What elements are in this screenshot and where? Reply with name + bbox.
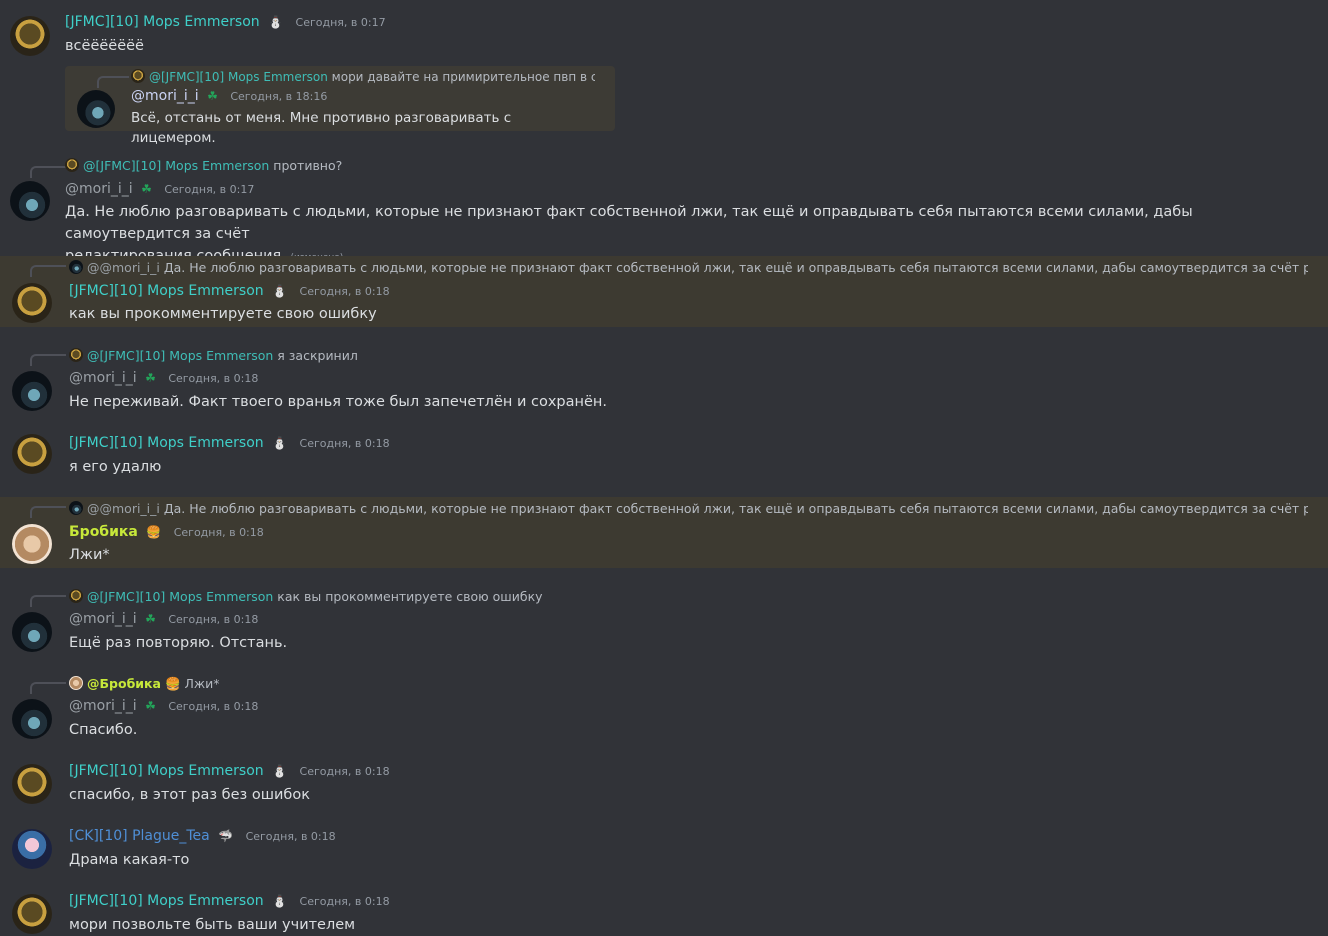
message: [JFMC][10] Mops Emmerson ⛄ Сегодня, в 0:…	[0, 888, 1328, 936]
avatar[interactable]	[12, 371, 52, 411]
message-text: Ещё раз повторяю. Отстань.	[69, 635, 288, 651]
author-name[interactable]: [CK][10] Plague_Tea	[69, 828, 210, 844]
avatar[interactable]	[10, 16, 50, 56]
timestamp: Сегодня, в 0:18	[168, 700, 259, 713]
avatar	[69, 589, 83, 603]
quoted-message[interactable]: @[JFMC][10] Mops Emmerson мори давайте н…	[65, 66, 615, 146]
author-name[interactable]: @mori_i_i	[65, 181, 133, 197]
avatar[interactable]	[12, 434, 52, 474]
timestamp: Сегодня, в 0:18	[173, 526, 264, 539]
message-text: я его удалю	[69, 459, 162, 475]
timestamp: Сегодня, в 18:16	[230, 90, 328, 103]
reply-author[interactable]: @@mori_i_i	[87, 501, 160, 516]
message-text: Спасибо.	[69, 722, 138, 738]
message: @[JFMC][10] Mops Emmerson противно? @mor…	[0, 152, 1328, 264]
shark-icon: 🦈	[218, 829, 234, 843]
timestamp: Сегодня, в 0:18	[168, 613, 259, 626]
avatar	[69, 676, 83, 690]
avatar	[131, 69, 145, 83]
burger-icon: 🍔	[164, 676, 181, 691]
avatar[interactable]	[12, 524, 52, 564]
author-name[interactable]: Бробика	[69, 524, 138, 540]
avatar	[69, 501, 83, 515]
snowman-icon: ⛄	[272, 436, 288, 450]
author-name[interactable]: [JFMC][10] Mops Emmerson	[65, 14, 260, 30]
message: [CK][10] Plague_Tea 🦈 Сегодня, в 0:18 Др…	[0, 823, 1328, 881]
reply-author[interactable]: @Бробика	[87, 676, 161, 691]
avatar[interactable]	[12, 894, 52, 934]
clover-icon: ☘	[145, 371, 156, 385]
author-name[interactable]: [JFMC][10] Mops Emmerson	[69, 283, 264, 299]
timestamp: Сегодня, в 0:18	[245, 830, 336, 843]
avatar[interactable]	[12, 612, 52, 652]
message-text: Не переживай. Факт твоего вранья тоже бы…	[69, 394, 608, 410]
reply-text: Лжи*	[184, 676, 220, 691]
timestamp: Сегодня, в 0:18	[168, 372, 259, 385]
reply-text: я заскринил	[277, 348, 358, 363]
author-name[interactable]: [JFMC][10] Mops Emmerson	[69, 893, 264, 909]
author-name[interactable]: @mori_i_i	[69, 698, 137, 714]
message: @@mori_i_i Да. Не люблю разговаривать с …	[0, 256, 1328, 327]
author-name[interactable]: [JFMC][10] Mops Emmerson	[69, 435, 264, 451]
reply-author[interactable]: @[JFMC][10] Mops Emmerson	[87, 589, 273, 604]
message: [JFMC][10] Mops Emmerson ⛄ Сегодня, в 0:…	[0, 758, 1328, 816]
timestamp: Сегодня, в 0:17	[295, 16, 386, 29]
reply-author[interactable]: @[JFMC][10] Mops Emmerson	[149, 70, 328, 84]
reply-author[interactable]: @@mori_i_i	[87, 260, 160, 275]
reply-text: как вы прокомментируете свою ошибку	[277, 589, 543, 604]
timestamp: Сегодня, в 0:18	[299, 285, 390, 298]
message-text: Лжи*	[69, 547, 110, 563]
message-text: как вы прокомментируете свою ошибку	[69, 306, 377, 322]
message-text: мори позвольте быть ваши учителем	[69, 917, 356, 933]
message: @[JFMC][10] Mops Emmerson я заскринил @m…	[0, 344, 1328, 419]
timestamp: Сегодня, в 0:18	[299, 765, 390, 778]
reply-text: Да. Не люблю разговаривать с людьми, кот…	[163, 501, 1308, 516]
timestamp: Сегодня, в 0:18	[299, 895, 390, 908]
author-name[interactable]: [JFMC][10] Mops Emmerson	[69, 763, 264, 779]
clover-icon: ☘	[141, 182, 152, 196]
message: @Бробика 🍔 Лжи* @mori_i_i ☘ Сегодня, в 0…	[0, 672, 1328, 747]
message-text-line: Да. Не люблю разговаривать с людьми, кот…	[65, 204, 1193, 242]
reply-text: мори давайте на примирительное пвп в сам…	[331, 70, 595, 84]
avatar	[69, 260, 83, 274]
avatar[interactable]	[12, 283, 52, 323]
avatar[interactable]	[12, 829, 52, 869]
reply-text: противно?	[273, 158, 343, 173]
reply-text: Да. Не люблю разговаривать с людьми, кот…	[163, 260, 1308, 275]
timestamp: Сегодня, в 0:18	[299, 437, 390, 450]
reply-author[interactable]: @[JFMC][10] Mops Emmerson	[83, 158, 269, 173]
message: [JFMC][10] Mops Emmerson ⛄ Сегодня, в 0:…	[0, 0, 1328, 150]
avatar	[65, 158, 79, 172]
avatar[interactable]	[77, 90, 115, 128]
message: [JFMC][10] Mops Emmerson ⛄ Сегодня, в 0:…	[0, 430, 1328, 488]
avatar[interactable]	[12, 764, 52, 804]
author-name[interactable]: @mori_i_i	[131, 88, 199, 104]
message-text: Драма какая-то	[69, 852, 190, 868]
snowman-icon: ⛄	[268, 15, 284, 29]
message: @[JFMC][10] Mops Emmerson как вы прокомм…	[0, 585, 1328, 660]
avatar[interactable]	[10, 181, 50, 221]
quoted-text: Всё, отстань от меня. Мне противно разго…	[131, 110, 512, 146]
avatar[interactable]	[12, 699, 52, 739]
burger-icon: 🍔	[146, 525, 162, 539]
author-name[interactable]: @mori_i_i	[69, 370, 137, 386]
snowman-icon: ⛄	[272, 764, 288, 778]
message-text: всёёёёёёё	[65, 38, 144, 54]
message-text: спасибо, в этот раз без ошибок	[69, 787, 310, 803]
clover-icon: ☘	[207, 89, 218, 103]
snowman-icon: ⛄	[272, 894, 288, 908]
reply-author[interactable]: @[JFMC][10] Mops Emmerson	[87, 348, 273, 363]
timestamp: Сегодня, в 0:17	[164, 183, 255, 196]
clover-icon: ☘	[145, 612, 156, 626]
author-name[interactable]: @mori_i_i	[69, 611, 137, 627]
snowman-icon: ⛄	[272, 284, 288, 298]
message: @@mori_i_i Да. Не люблю разговаривать с …	[0, 497, 1328, 568]
avatar	[69, 348, 83, 362]
clover-icon: ☘	[145, 699, 156, 713]
